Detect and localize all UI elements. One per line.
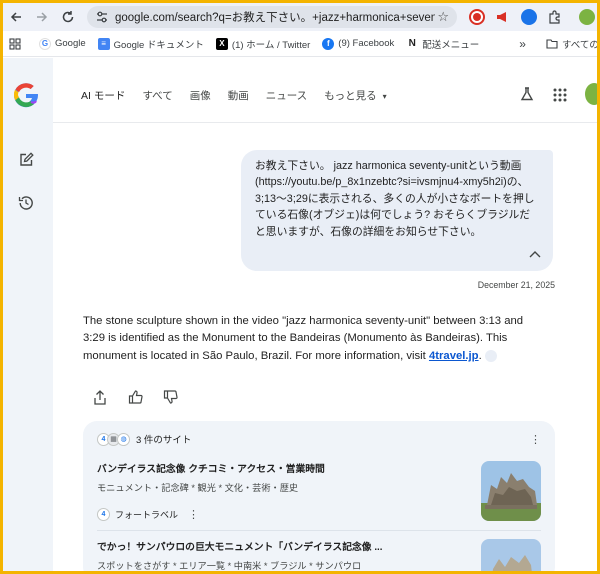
more-vert-icon[interactable]: ⋮: [188, 508, 199, 521]
new-chat-edit-icon[interactable]: [16, 150, 36, 170]
folder-icon: [546, 39, 558, 49]
profile-avatar-icon[interactable]: [579, 9, 595, 25]
address-bar[interactable]: google.com/search?q=お教え下さい。+jazz+harmoni…: [87, 6, 457, 28]
forward-icon[interactable]: [29, 5, 55, 29]
tab-all[interactable]: すべて: [142, 88, 172, 103]
sources-header[interactable]: 4 ▦ ◍ 3 件のサイト: [97, 432, 191, 446]
x-icon: X: [215, 37, 228, 50]
bookmark-facebook[interactable]: f (9) Facebook: [322, 37, 395, 50]
browser-toolbar: google.com/search?q=お教え下さい。+jazz+harmoni…: [3, 3, 597, 31]
bookmark-label: (9) Facebook: [338, 38, 395, 49]
overflow-chevrons: »: [519, 36, 526, 51]
google-apps-icon[interactable]: [553, 88, 567, 107]
source-thumbnail[interactable]: [481, 539, 541, 571]
chevron-down-icon: ▾: [382, 92, 387, 101]
tab-ai-mode[interactable]: AI モード: [81, 88, 125, 103]
source-divider: [97, 530, 541, 531]
bookmark-label: 配送メニュー: [422, 39, 480, 51]
account-avatar[interactable]: [585, 83, 597, 105]
thumbs-up-icon[interactable]: [126, 388, 144, 406]
bookmark-google[interactable]: G Google: [39, 37, 86, 50]
source-link[interactable]: 4travel.jp: [429, 350, 479, 362]
other-bookmarks-label: すべてのブッ: [561, 39, 597, 51]
sources-panel: 4 ▦ ◍ 3 件のサイト ⋮ バンデイラス記念像 クチコミ・アクセス・営業時間…: [83, 421, 555, 571]
globe-favicon-icon: ◍: [117, 432, 130, 446]
main-content: AI モード すべて 画像 動画 ニュース もっと見る ▾ お教え下さい。 ja…: [53, 58, 597, 571]
thumbs-down-icon[interactable]: [161, 388, 179, 406]
bookmark-delivery[interactable]: N 配送メニュー: [406, 37, 479, 51]
ai-answer: The stone sculpture shown in the video "…: [83, 313, 541, 365]
collapse-chevron-up-icon[interactable]: [529, 247, 541, 263]
megaphone-extension-icon[interactable]: [495, 9, 511, 25]
other-bookmarks[interactable]: すべてのブッ: [546, 37, 597, 51]
docs-icon: ≡: [97, 37, 110, 50]
labs-flask-icon[interactable]: [519, 86, 535, 107]
source-card[interactable]: バンデイラス記念像 クチコミ・アクセス・営業時間 モニュメント・記念碑 * 観光…: [97, 461, 541, 521]
tab-images[interactable]: 画像: [190, 88, 211, 103]
bookmark-star-icon[interactable]: ☆: [437, 9, 449, 25]
user-query-bubble: お教え下さい。 jazz harmonica seventy-unitという動画…: [241, 150, 553, 271]
left-rail: [3, 58, 53, 571]
4travel-favicon-icon: 4: [97, 508, 110, 521]
facebook-icon: f: [322, 37, 335, 50]
tab-more[interactable]: もっと見る ▾: [324, 88, 386, 103]
tab-more-label: もっと見る: [324, 90, 377, 102]
extensions-puzzle-icon[interactable]: [547, 9, 563, 25]
link-chip-icon[interactable]: [484, 349, 497, 362]
translate-extension-icon[interactable]: [521, 9, 537, 25]
history-icon[interactable]: [16, 193, 36, 213]
site-settings-icon[interactable]: [95, 10, 109, 24]
url-text: google.com/search?q=お教え下さい。+jazz+harmoni…: [115, 12, 435, 24]
reload-icon[interactable]: [55, 5, 81, 29]
google-icon: G: [39, 37, 51, 50]
source-title[interactable]: でかっ！サンパウロの巨大モニュメント「バンデイラス記念像 ...: [97, 539, 541, 553]
share-icon[interactable]: [91, 388, 109, 406]
source-title[interactable]: バンデイラス記念像 クチコミ・アクセス・営業時間: [97, 461, 541, 475]
tab-news[interactable]: ニュース: [266, 88, 307, 103]
bookmark-twitter[interactable]: X (1) ホーム / Twitter: [215, 37, 311, 51]
bookmarks-bar: G Google ≡ Google ドキュメント X (1) ホーム / Twi…: [3, 31, 597, 57]
browser-window: google.com/search?q=お教え下さい。+jazz+harmoni…: [3, 3, 597, 571]
tabs-divider: [53, 122, 597, 123]
answer-actions: [91, 388, 196, 406]
source-thumbnail[interactable]: [481, 461, 541, 521]
query-date: December 21, 2025: [477, 280, 555, 290]
source-site-name: フォートラベル: [115, 510, 179, 520]
bookmarks-overflow-button[interactable]: »: [519, 37, 526, 51]
bookmark-google-docs[interactable]: ≡ Google ドキュメント: [97, 37, 204, 51]
tab-videos[interactable]: 動画: [228, 88, 249, 103]
delivery-icon: N: [406, 37, 419, 50]
source-site: 4 フォートラベル ⋮: [97, 508, 541, 521]
source-card[interactable]: でかっ！サンパウロの巨大モニュメント「バンデイラス記念像 ... スポットをさが…: [97, 539, 541, 571]
bookmark-label: Google: [55, 38, 86, 49]
bookmark-label: (1) ホーム / Twitter: [231, 39, 311, 51]
source-desc: スポットをさがす * エリア一覧 * 中南米 * ブラジル * サンパウロ: [97, 561, 362, 571]
bookmark-label: Google ドキュメント: [113, 39, 204, 51]
record-extension-icon[interactable]: [469, 9, 485, 25]
more-vert-icon[interactable]: ⋮: [530, 433, 541, 446]
source-desc: モニュメント・記念碑 * 観光 * 文化・芸術・歴史: [97, 483, 299, 493]
sources-count: 3 件のサイト: [136, 435, 192, 446]
answer-tail: .: [478, 349, 482, 362]
user-query-text: お教え下さい。 jazz harmonica seventy-unitという動画…: [255, 160, 535, 238]
apps-grid-icon[interactable]: [9, 37, 21, 50]
google-g-logo-icon[interactable]: [11, 80, 41, 110]
search-tabs: AI モード すべて 画像 動画 ニュース もっと見る ▾: [81, 88, 404, 103]
back-icon[interactable]: [3, 5, 29, 29]
